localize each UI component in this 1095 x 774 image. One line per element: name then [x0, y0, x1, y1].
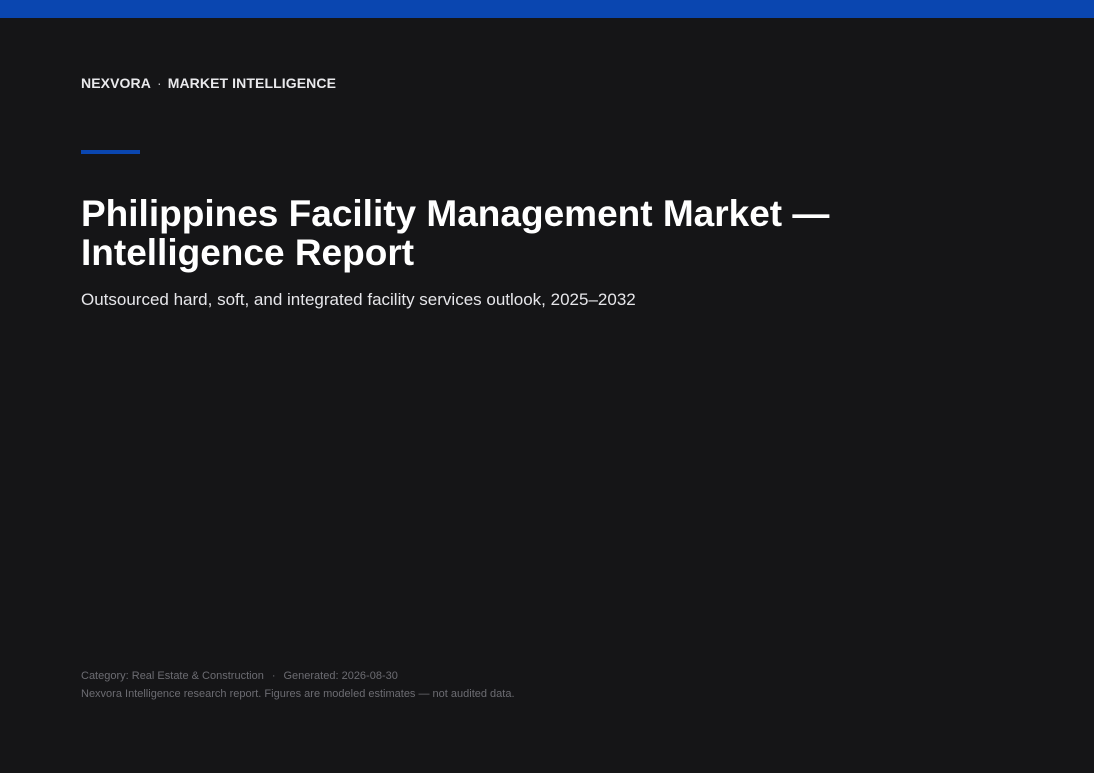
footer-generated: Generated: 2026-08-30	[283, 670, 398, 682]
top-accent-band	[0, 0, 1094, 18]
footer-separator: ·	[271, 670, 276, 682]
page-subtitle: Outsourced hard, soft, and integrated fa…	[81, 290, 636, 309]
title-line-1: Philippines Facility Management Market —	[81, 193, 830, 234]
report-cover: NEXVORA · MARKET INTELLIGENCE Philippines …	[0, 0, 1094, 773]
footer-meta-line: Category: Real Estate & Construction · Gen…	[81, 667, 515, 685]
footer-disclaimer: Nexvora Intelligence research report. Fi…	[81, 688, 515, 700]
brand-separator: ·	[156, 75, 162, 91]
brand-line: NEXVORA · MARKET INTELLIGENCE	[81, 75, 336, 91]
brand-name: NEXVORA	[81, 75, 151, 91]
title-line-2: Intelligence Report	[81, 232, 415, 273]
footer-category: Category: Real Estate & Construction	[81, 670, 264, 682]
brand-section: MARKET INTELLIGENCE	[167, 75, 337, 91]
cover-footer: Category: Real Estate & Construction · Gen…	[81, 667, 515, 703]
page-title: Philippines Facility Management Market —…	[81, 194, 981, 272]
accent-rule	[81, 150, 140, 154]
